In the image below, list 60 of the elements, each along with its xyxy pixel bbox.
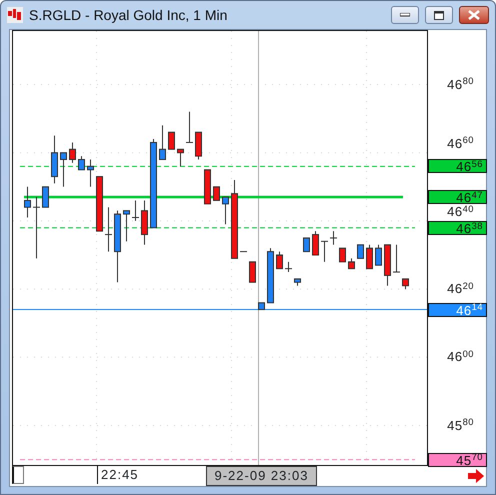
candlestick [384,244,391,286]
maximize-icon [434,10,444,20]
candlestick [96,176,103,232]
candlestick [177,148,184,167]
price-axis-label: 46$^{40}$ [447,204,474,219]
candlestick [284,261,292,273]
candlestick [249,261,256,283]
candlestick [222,196,229,225]
candlestick [366,244,373,270]
candlestick [402,278,409,290]
price-level-tag: 46$^{14}$ [428,302,487,317]
candlestick [87,159,94,188]
price-axis-label: 45$^{80}$ [447,418,474,432]
candlestick [392,244,400,273]
price-axis-label: 46$^{20}$ [447,282,474,296]
candlestick [303,237,310,252]
candlestick [24,186,31,218]
right-arrow-icon[interactable] [468,469,484,483]
candlestick [78,156,85,170]
candlestick [32,196,40,259]
candlestick [69,142,76,164]
candlestick [348,258,355,270]
candlestick [204,169,211,204]
candlestick [104,206,112,252]
minimize-icon [400,13,410,17]
candlestick [357,244,364,259]
candlestick [267,248,274,304]
candlestick [42,186,49,208]
app-icon [7,7,23,23]
candlestick [186,111,194,143]
candlestick [258,302,265,310]
candlestick [60,152,67,188]
price-level-tag: 46$^{38}$ [428,220,487,235]
price-axis-label: 46$^{00}$ [447,350,474,364]
window-title: S.RGLD - Royal Gold Inc, 1 Min [29,6,228,25]
time-axis-label: 22:45 [97,466,139,484]
candlestick [141,200,148,246]
candlestick [168,132,175,150]
price-level-tag: 46$^{56}$ [428,159,487,174]
minimize-button[interactable] [391,6,419,24]
candlestick [123,210,130,242]
candlestick [195,132,202,160]
candlestick [312,230,319,256]
candlestick [294,278,301,286]
price-axis-label: 46$^{60}$ [447,136,474,151]
candlestick [375,244,382,266]
candlestick [276,251,283,270]
candlestick [213,186,220,201]
candlestick [132,200,140,222]
candlestick [51,135,58,184]
maximize-button[interactable] [425,6,453,24]
candlestick [159,124,166,160]
candlestick [339,248,346,262]
close-button[interactable] [459,6,489,24]
candlestick [240,251,248,252]
scroll-box[interactable] [12,466,24,484]
price-axis-label: 46$^{80}$ [447,78,474,92]
price-level-tag: 46$^{47}$ [428,190,487,204]
crosshair-time-label: 9-22-09 23:03 [206,466,318,486]
close-icon [468,10,480,20]
